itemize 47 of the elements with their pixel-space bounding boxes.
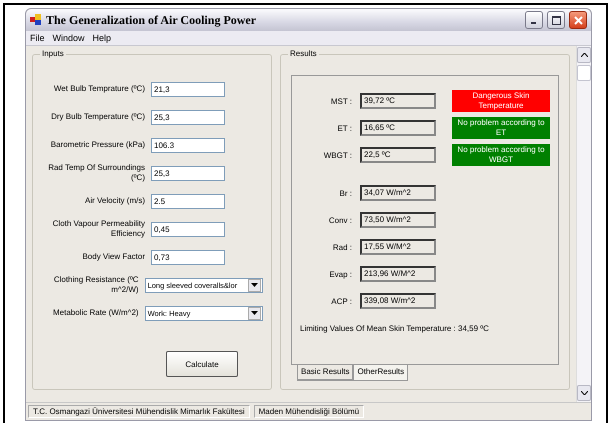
result-value: 16,65 ºC — [360, 120, 436, 136]
group-title: Inputs — [40, 49, 66, 58]
result-label: Br : — [338, 188, 352, 198]
result-value: 34,07 W/m^2 — [360, 185, 436, 201]
input-field[interactable]: 0,73 — [151, 250, 225, 264]
result-label: ACP : — [330, 296, 352, 306]
result-label: Evap : — [328, 270, 352, 278]
result-label: Rad : — [332, 242, 352, 252]
window-title: The Generalization of Air Cooling Power — [46, 12, 258, 28]
input-field[interactable]: 25,3 — [151, 110, 225, 124]
status-message: No problem according to ET — [452, 117, 550, 139]
tab[interactable]: Basic Results — [297, 365, 354, 381]
field-label: Body View Factor — [81, 252, 145, 262]
result-value: 73,50 W/m^2 — [360, 212, 436, 228]
result-label: WBGT : — [322, 150, 352, 160]
input-field[interactable]: 2.5 — [151, 194, 225, 208]
field-label: Metabolic Rate (W/m^2) — [52, 308, 139, 318]
status-panel: Maden Mühendisliği Bölümü — [254, 405, 364, 418]
result-label: Conv : — [328, 216, 352, 224]
result-value: 339,08 W/m^2 — [360, 293, 436, 309]
result-value: 22,5 ºC — [360, 147, 436, 163]
menu-item[interactable]: Help — [92, 33, 112, 43]
field-label: Barometric Pressure (kPa) — [50, 140, 145, 150]
tab[interactable]: OtherResults — [353, 365, 408, 381]
result-label: MST : — [330, 96, 352, 106]
result-value: 39,72 ºC — [360, 93, 436, 109]
limit-text: Limiting Values Of Mean Skin Temperature : 34,59 ºC — [300, 324, 490, 333]
status-message: Dangerous Skin Temperature — [452, 90, 550, 112]
result-value: 213,96 W/M^2 — [360, 266, 436, 282]
calculate-button[interactable]: Calculate — [166, 351, 238, 377]
field-label: Dry Bulb Temperature (ºC) — [50, 112, 145, 122]
menu-item[interactable]: Window — [52, 33, 85, 43]
field-label: Clothing Resistance (ºC m^2/W) — [52, 275, 139, 295]
result-value: 17,55 W/M^2 — [360, 239, 436, 255]
menu-item[interactable]: File — [30, 33, 45, 43]
input-field[interactable]: 21,3 — [151, 82, 225, 96]
result-label: ET : — [336, 124, 352, 132]
status-panel: T.C. Osmangazi Üniversitesi Mühendislik Mimarlık Fakültesi — [28, 405, 250, 418]
field-label: Cloth Vapour Permeability Efficiency — [52, 219, 145, 239]
input-field[interactable]: 106.3 — [151, 138, 225, 152]
field-label: Air Velocity (m/s) — [84, 196, 145, 206]
group-title: Results — [288, 49, 319, 58]
field-label: Rad Temp Of Surroundings (ºC) — [47, 163, 145, 183]
field-label: Wet Bulb Temprature (ºC) — [52, 84, 145, 94]
status-message: No problem according to WBGT — [452, 144, 550, 166]
input-field[interactable]: 0,45 — [151, 222, 225, 236]
input-field[interactable]: 25,3 — [151, 166, 225, 180]
